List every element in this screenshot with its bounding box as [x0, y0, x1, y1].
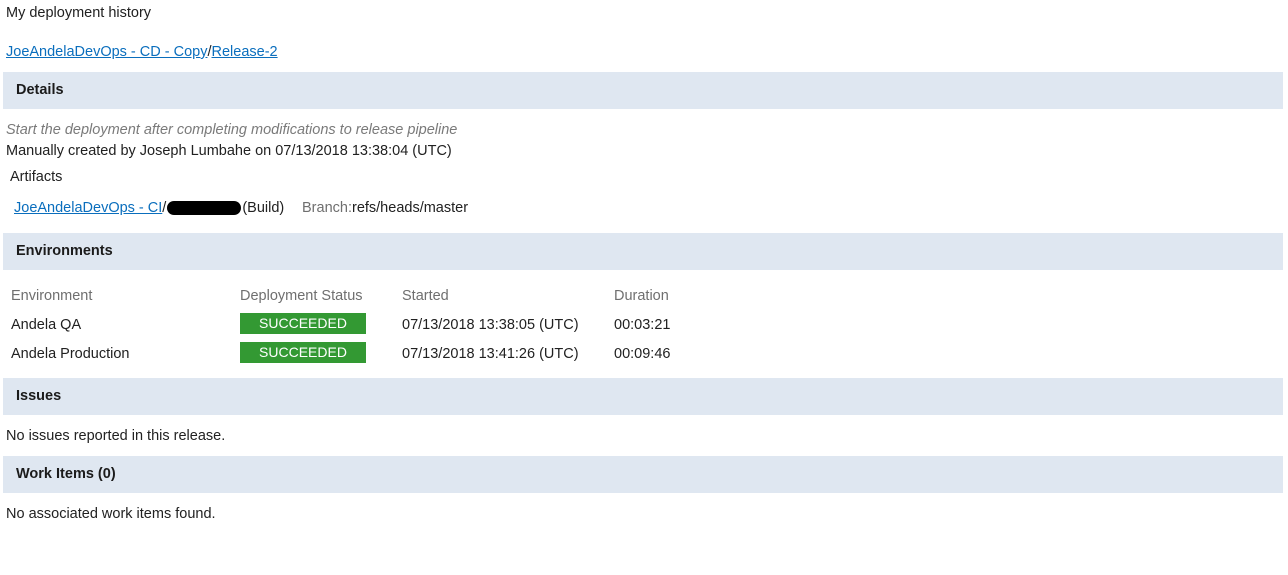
- environment-started: 07/13/2018 13:38:05 (UTC): [402, 317, 579, 333]
- work-items-message: No associated work items found.: [6, 506, 216, 522]
- release-link[interactable]: Release-2: [212, 44, 278, 60]
- release-description: Start the deployment after completing mo…: [6, 122, 458, 138]
- artifacts-label: Artifacts: [10, 169, 63, 185]
- artifact-row: JoeAndelaDevOps - CI/ (Build): [14, 199, 284, 217]
- column-header-environment: Environment: [11, 288, 93, 304]
- environment-duration: 00:09:46: [614, 346, 671, 362]
- breadcrumb: JoeAndelaDevOps - CD - Copy/Release-2: [6, 43, 278, 61]
- issues-section-header: Issues: [3, 378, 1283, 415]
- column-header-duration: Duration: [614, 288, 669, 304]
- artifact-branch: Branch:refs/heads/master: [302, 199, 468, 217]
- issues-message: No issues reported in this release.: [6, 428, 226, 444]
- environment-started: 07/13/2018 13:41:26 (UTC): [402, 346, 579, 362]
- artifact-separator: /: [162, 200, 167, 216]
- environment-name: Andela QA: [11, 317, 82, 333]
- branch-value: refs/heads/master: [351, 200, 469, 216]
- environments-section-header: Environments: [3, 233, 1283, 270]
- work-items-section-header: Work Items (0): [3, 456, 1283, 493]
- release-created-by: Manually created by Joseph Lumbahe on 07…: [6, 143, 452, 159]
- branch-label: Branch:: [302, 200, 352, 216]
- status-badge: SUCCEEDED: [240, 342, 366, 363]
- artifact-type: (Build): [242, 200, 285, 216]
- column-header-deployment-status: Deployment Status: [240, 288, 363, 304]
- column-header-started: Started: [402, 288, 449, 304]
- page-title: My deployment history: [6, 5, 152, 21]
- redacted-build-number: [167, 201, 242, 216]
- status-badge: SUCCEEDED: [240, 313, 366, 334]
- details-section-header: Details: [3, 72, 1283, 109]
- artifact-source-link[interactable]: JoeAndelaDevOps - CI: [14, 200, 162, 216]
- environment-duration: 00:03:21: [614, 317, 671, 333]
- pipeline-link[interactable]: JoeAndelaDevOps - CD - Copy: [6, 44, 207, 60]
- environment-name: Andela Production: [11, 346, 130, 362]
